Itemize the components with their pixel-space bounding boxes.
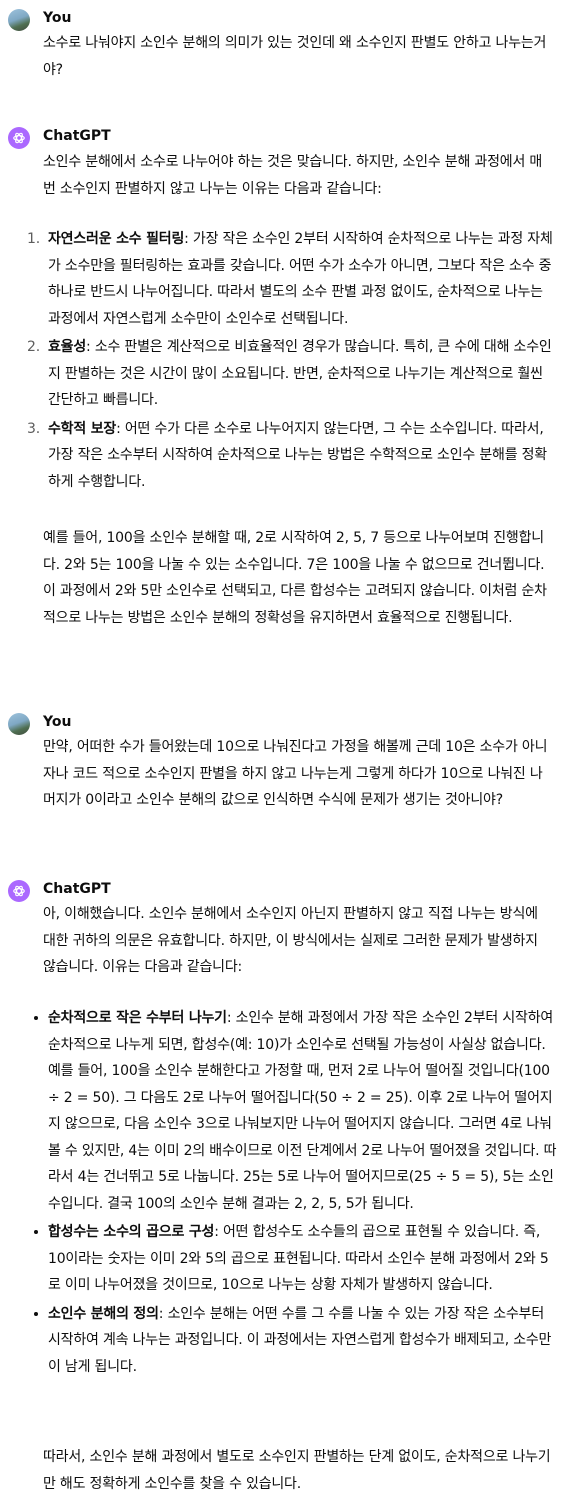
bullet-list: 순차적으로 작은 수부터 나누기: 소인수 분해 과정에서 가장 작은 소수인 … [0,1005,562,1382]
user-message-text: 소수로 나눠야지 소인수 분해의 의미가 있는 것인데 왜 소수인지 판별도 안… [43,35,547,78]
user-avatar [8,713,30,735]
author-name: You [43,10,72,26]
author-name: You [43,714,72,730]
list-item: 순차적으로 작은 수부터 나누기: 소인수 분해 과정에서 가장 작은 소수인 … [0,1005,558,1217]
bullet-icon [34,1311,38,1316]
assistant-intro-text: 아, 이해했습니다. 소인수 분해에서 소수인지 아닌지 판별하지 않고 직접 … [43,906,538,975]
chatgpt-logo-icon [8,127,30,149]
user-avatar [8,9,30,31]
assistant-outro-text: 따라서, 소인수 분해 과정에서 별도로 소수인지 판별하는 단계 없이도, 순… [43,1449,551,1492]
author-name: ChatGPT [43,881,111,897]
list-item: 2. 효율성: 소수 판별은 계산적으로 비효율적인 경우가 많습니다. 특히, … [27,339,552,408]
bullet-icon [34,1016,38,1020]
assistant-intro-text: 소인수 분해에서 소수로 나누어야 하는 것은 맞습니다. 하지만, 소인수 분… [43,154,543,197]
bullet-icon [34,1230,38,1234]
user-message-text: 만약, 어떠한 수가 들어왔는데 10으로 나눠진다고 가정을 해볼께 근데 1… [43,739,548,808]
chat-thread: You 소수로 나눠야지 소인수 분해의 의미가 있는 것인데 왜 소수인지 판… [0,0,562,1500]
numbered-list: 1. 자연스러운 소수 필터링: 가장 작은 소수인 2부터 시작하여 순차적으로… [0,226,562,497]
list-item: 1. 자연스러운 소수 필터링: 가장 작은 소수인 2부터 시작하여 순차적으로… [27,231,553,327]
list-item: 합성수는 소수의 곱으로 구성: 어떤 합성수도 소수들의 곱으로 표현될 수 … [0,1219,558,1299]
chatgpt-logo-icon [8,880,30,902]
author-name: ChatGPT [43,128,111,144]
list-item: 소인수 분해의 정의: 소인수 분해는 어떤 수를 그 수를 나눌 수 있는 가… [0,1301,558,1381]
list-item: 3. 수학적 보장: 어떤 수가 다른 소수로 나누어지지 않는다면, 그 수는 … [27,420,547,490]
assistant-outro-text: 예를 들어, 100을 소인수 분해할 때, 2로 시작하여 2, 5, 7 등… [43,530,547,626]
